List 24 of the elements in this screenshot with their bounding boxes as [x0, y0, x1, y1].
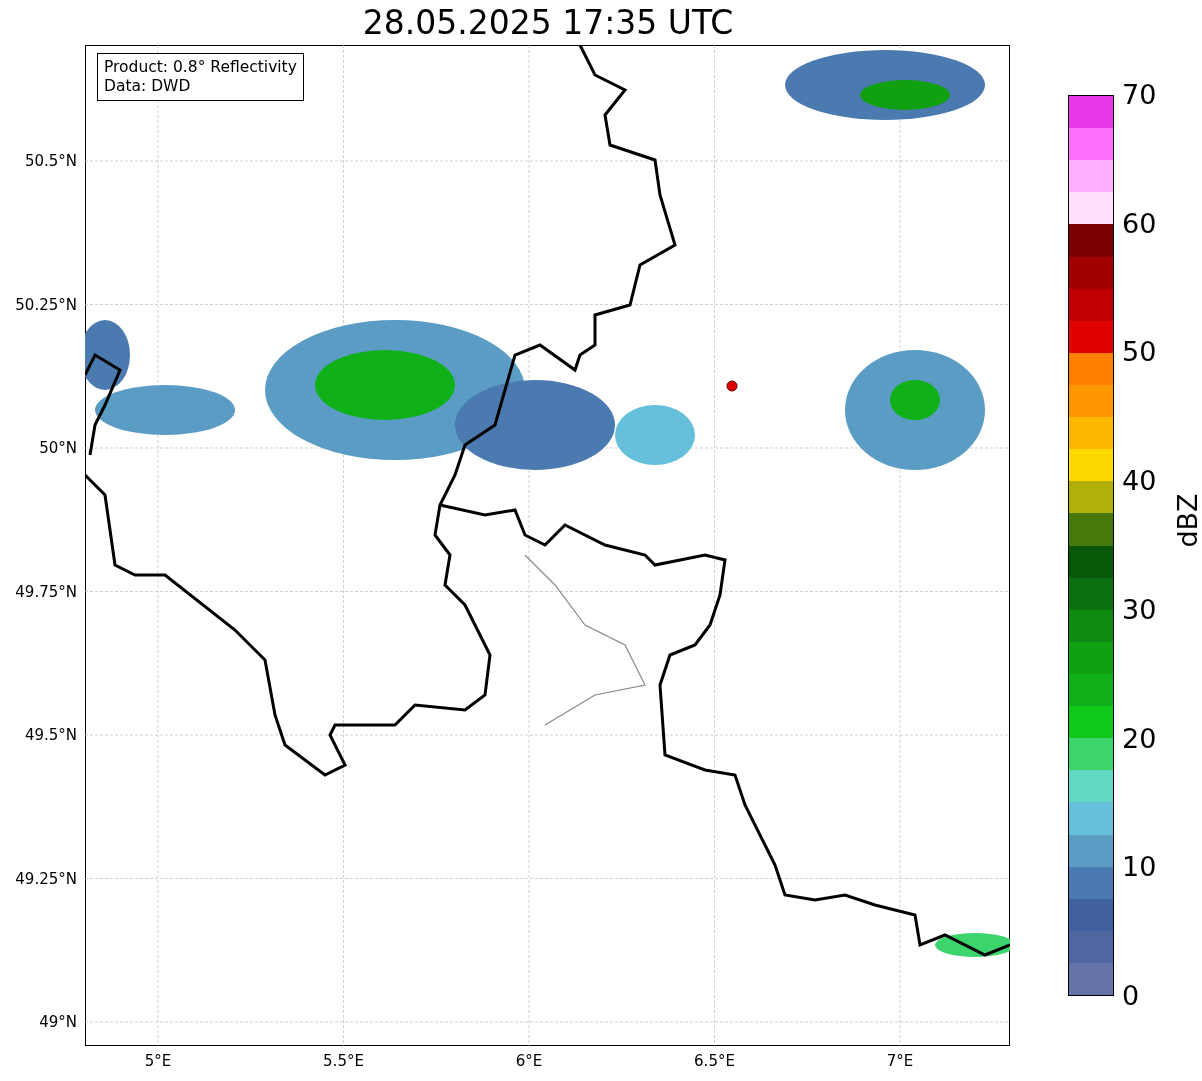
longitude-label: 7°E: [886, 1052, 914, 1070]
chart-title: 28.05.2025 17:35 UTC: [361, 2, 735, 44]
longitude-label: 6°E: [515, 1052, 543, 1070]
longitude-label: 5.5°E: [323, 1052, 364, 1070]
latitude-label: 50.5°N: [24, 152, 77, 170]
colorbar-tick-label: 60: [1122, 207, 1157, 240]
legend-text: Data: DWD: [104, 77, 192, 96]
colorbar-tick-label: 0: [1122, 980, 1140, 1012]
latitude-label: 49.75°N: [15, 582, 77, 601]
longitude-label: 5°E: [144, 1052, 172, 1070]
latitude-label: 49°N: [39, 1013, 77, 1031]
latitude-label: 49.5°N: [24, 726, 77, 744]
longitude-label: 6.5°E: [694, 1052, 735, 1070]
colorbar-tick-label: 50: [1122, 336, 1157, 369]
latitude-label: 50.25°N: [15, 295, 77, 314]
colorbar-tick-label: 40: [1122, 465, 1157, 498]
legend-text: Product: 0.8° Reflectivity: [104, 58, 297, 77]
colorbar-label: dBZ: [1171, 493, 1202, 548]
latitude-label: 50°N: [39, 439, 77, 457]
latitude-label: 49.25°N: [15, 869, 77, 888]
colorbar-tick-label: 10: [1122, 851, 1157, 884]
colorbar-tick-label: 20: [1122, 722, 1157, 755]
colorbar-tick-label: 70: [1122, 79, 1157, 111]
colorbar-tick-label: 30: [1122, 593, 1157, 626]
